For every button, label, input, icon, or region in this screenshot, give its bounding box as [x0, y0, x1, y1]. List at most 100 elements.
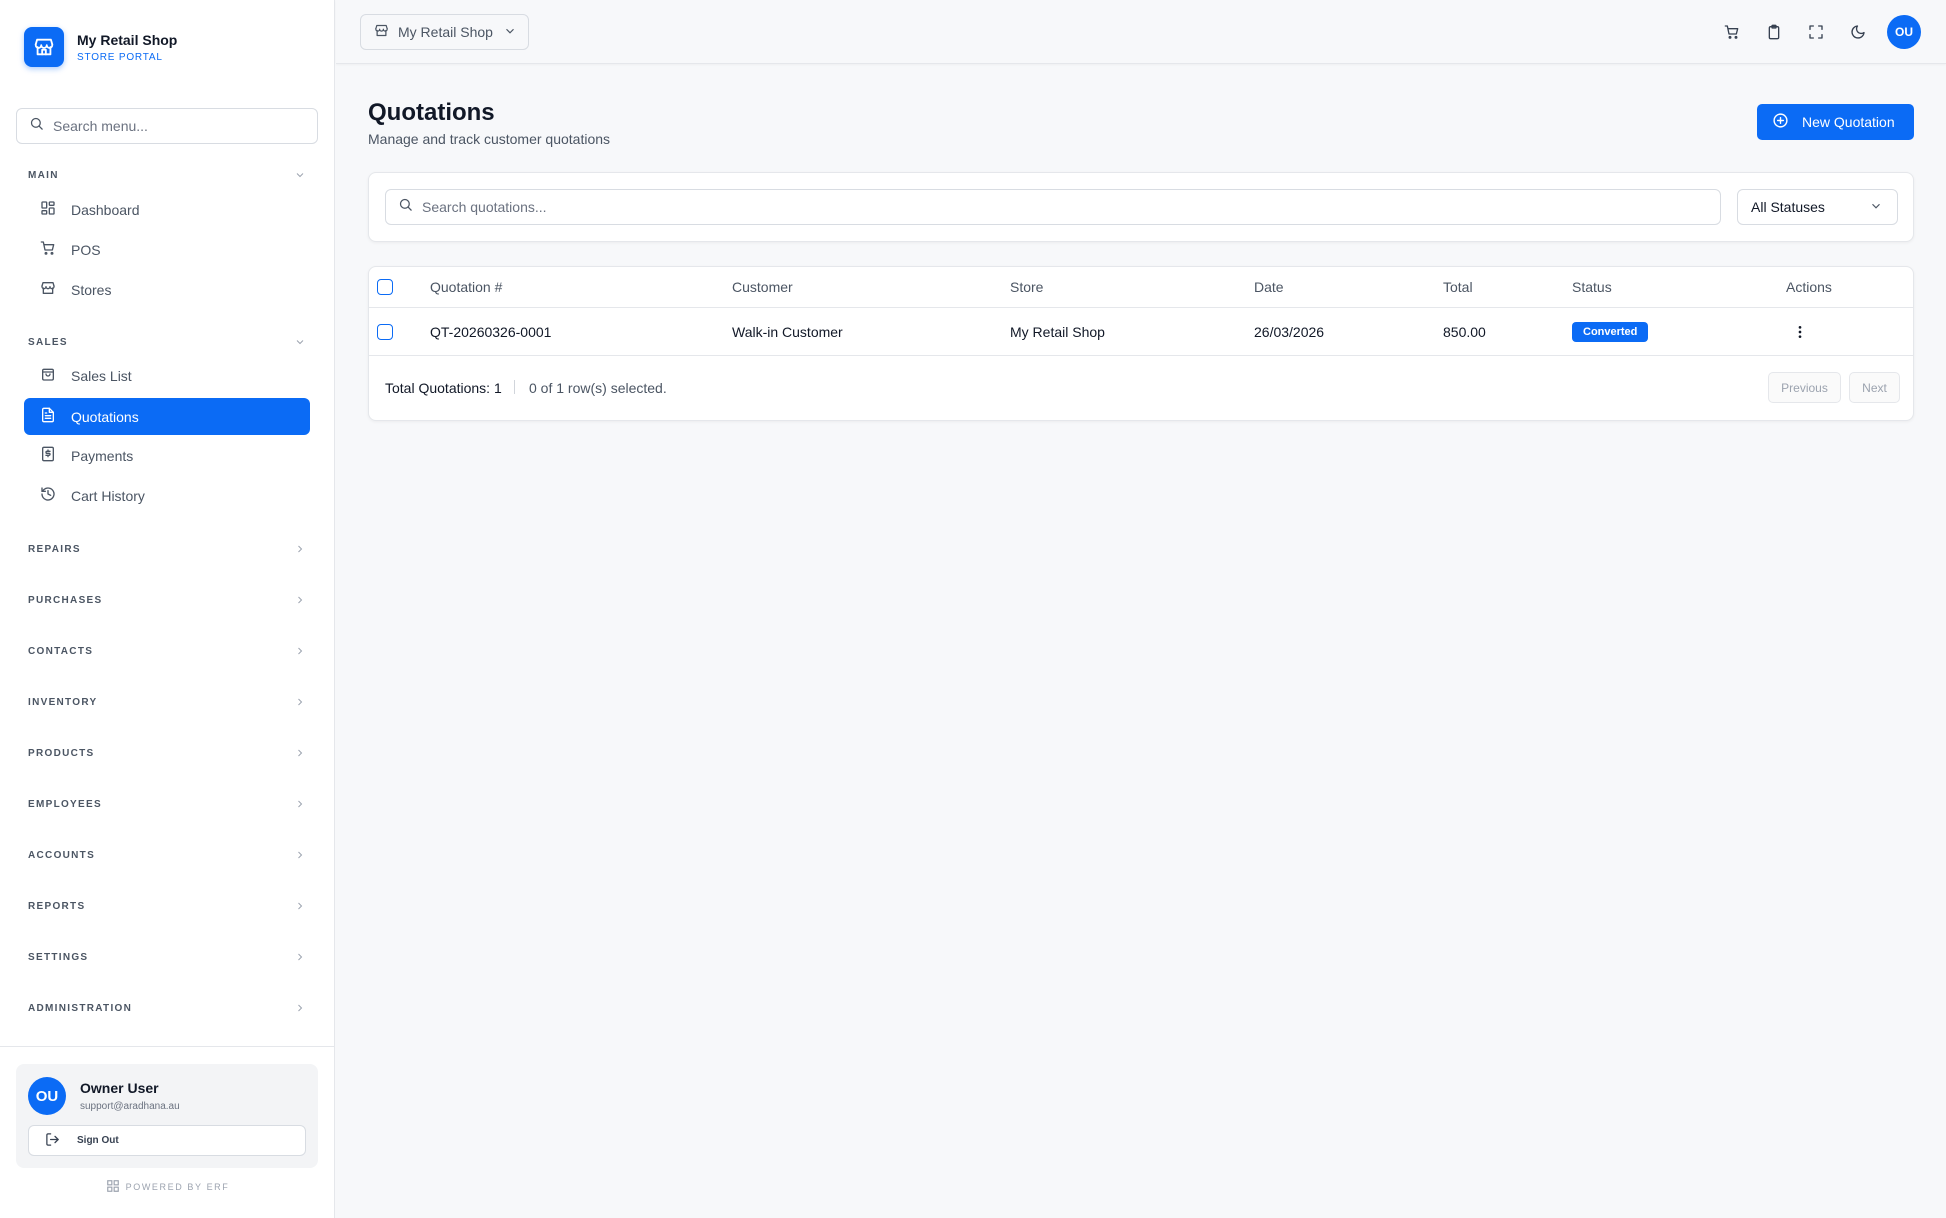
chevron-down-icon [1869, 199, 1883, 216]
section-main-label: MAIN [28, 169, 59, 181]
quotation-search[interactable] [385, 189, 1721, 225]
section-purchases[interactable]: PURCHASES [28, 593, 306, 607]
chevron-right-icon [294, 849, 306, 861]
section-reports[interactable]: REPORTS [28, 899, 306, 913]
moon-icon[interactable] [1848, 22, 1868, 42]
history-icon [40, 486, 56, 505]
table-row[interactable]: QT-20260326-0001 Walk-in Customer My Ret… [369, 309, 1913, 356]
sidebar-item-label: Quotations [71, 408, 139, 425]
column-header-customer[interactable]: Customer [732, 267, 793, 307]
sidebar-item-label: Stores [71, 281, 112, 298]
store-name: My Retail Shop [1010, 324, 1105, 340]
quotation-number[interactable]: QT-20260326-0001 [430, 309, 551, 355]
cart-icon [40, 240, 56, 259]
chevron-right-icon [294, 594, 306, 606]
avatar: OU [28, 1077, 66, 1115]
brand[interactable]: My Retail Shop STORE PORTAL [24, 27, 177, 67]
user-card: OU Owner User support@aradhana.au Sign O… [16, 1064, 318, 1168]
table-header: Quotation # Customer Store Date Total St… [369, 267, 1913, 308]
column-header-status[interactable]: Status [1572, 267, 1612, 307]
sidebar-item-sales-list[interactable]: Sales List [24, 357, 310, 394]
store-icon [374, 23, 389, 41]
row-select-cell [377, 309, 393, 355]
sign-out-button[interactable]: Sign Out [28, 1125, 306, 1156]
new-quotation-button[interactable]: New Quotation [1757, 104, 1914, 140]
chevron-right-icon [294, 900, 306, 912]
more-vertical-icon[interactable] [1790, 322, 1810, 342]
sidebar-item-label: POS [71, 241, 101, 258]
sidebar-item-quotations[interactable]: Quotations [24, 398, 310, 435]
sidebar-item-stores[interactable]: Stores [24, 271, 310, 308]
section-label: ADMINISTRATION [28, 1002, 133, 1014]
sidebar: My Retail Shop STORE PORTAL MAIN Dashboa… [0, 0, 335, 1218]
sidebar-item-cart-history[interactable]: Cart History [24, 477, 310, 514]
chevron-down-icon [503, 24, 517, 41]
page-title: Quotations [368, 99, 495, 126]
section-label: SETTINGS [28, 951, 89, 963]
store-selector-label: My Retail Shop [398, 24, 493, 40]
store-selector[interactable]: My Retail Shop [360, 14, 529, 50]
dollar-receipt-icon [40, 446, 56, 465]
sidebar-item-label: Payments [71, 447, 134, 464]
quotations-table: Quotation # Customer Store Date Total St… [368, 266, 1914, 421]
cart-icon[interactable] [1722, 22, 1742, 42]
user-email: support@aradhana.au [80, 1101, 180, 1112]
section-main[interactable]: MAIN [28, 168, 306, 182]
section-repairs[interactable]: REPAIRS [28, 542, 306, 556]
chevron-right-icon [294, 951, 306, 963]
selected-rows-count: 0 of 1 row(s) selected. [529, 380, 667, 396]
sidebar-item-dashboard[interactable]: Dashboard [24, 191, 310, 228]
menu-search[interactable] [16, 108, 318, 144]
column-header-quotation[interactable]: Quotation # [430, 267, 502, 307]
status-filter-select[interactable]: All Statuses [1737, 189, 1898, 225]
chevron-right-icon [294, 747, 306, 759]
section-label: CONTACTS [28, 645, 94, 657]
sidebar-item-pos[interactable]: POS [24, 231, 310, 268]
user-name: Owner User [80, 1080, 159, 1096]
sign-out-label: Sign Out [77, 1135, 119, 1146]
column-header-date[interactable]: Date [1254, 267, 1284, 307]
file-text-icon [40, 407, 56, 426]
quotation-search-input[interactable] [422, 199, 1702, 215]
sidebar-item-label: Dashboard [71, 201, 140, 218]
section-employees[interactable]: EMPLOYEES [28, 797, 306, 811]
section-products[interactable]: PRODUCTS [28, 746, 306, 760]
column-header-total[interactable]: Total [1443, 267, 1473, 307]
fullscreen-icon[interactable] [1806, 22, 1826, 42]
row-checkbox[interactable] [377, 324, 393, 340]
select-all-checkbox[interactable] [377, 279, 393, 295]
section-sales-label: SALES [28, 336, 68, 348]
section-label: ACCOUNTS [28, 849, 96, 861]
search-icon [29, 116, 44, 136]
powered-by: POWERED BY ERF [0, 1179, 335, 1195]
status-filter-value: All Statuses [1751, 199, 1825, 215]
previous-page-button[interactable]: Previous [1768, 372, 1841, 403]
section-inventory[interactable]: INVENTORY [28, 695, 306, 709]
column-header-store[interactable]: Store [1010, 267, 1043, 307]
log-out-icon [45, 1132, 60, 1150]
chevron-right-icon [294, 645, 306, 657]
next-page-button[interactable]: Next [1849, 372, 1900, 403]
actions-cell [1790, 309, 1810, 355]
brand-name: My Retail Shop [77, 31, 178, 48]
clipboard-icon[interactable] [1764, 22, 1784, 42]
quotation-date: 26/03/2026 [1254, 324, 1325, 340]
section-label: REPORTS [28, 900, 86, 912]
dashboard-icon [40, 200, 56, 219]
total-quotations: Total Quotations: 1 [385, 380, 502, 396]
section-contacts[interactable]: CONTACTS [28, 644, 306, 658]
section-sales[interactable]: SALES [28, 335, 306, 349]
new-quotation-label: New Quotation [1802, 114, 1895, 130]
section-settings[interactable]: SETTINGS [28, 950, 306, 964]
plus-circle-icon [1772, 112, 1789, 132]
sidebar-item-payments[interactable]: Payments [24, 437, 310, 474]
store-icon [24, 27, 64, 67]
topbar: My Retail Shop OU [336, 0, 1946, 64]
filter-card: All Statuses [368, 172, 1914, 242]
sidebar-item-label: Cart History [71, 487, 145, 504]
status-cell: Converted [1572, 309, 1649, 355]
section-administration[interactable]: ADMINISTRATION [28, 1001, 306, 1015]
avatar[interactable]: OU [1887, 15, 1921, 49]
section-accounts[interactable]: ACCOUNTS [28, 848, 306, 862]
menu-search-input[interactable] [53, 118, 293, 134]
